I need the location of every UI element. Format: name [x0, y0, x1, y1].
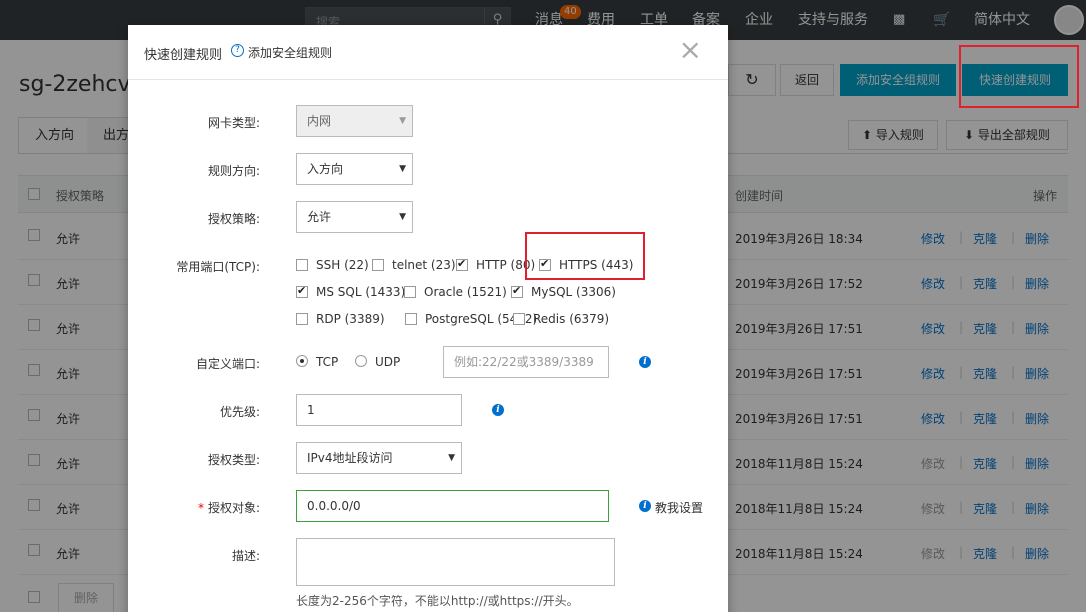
port-label: RDP (3389)	[316, 312, 385, 326]
highlight-quick-create	[959, 45, 1079, 108]
common-ports-label: 常用端口(TCP):	[176, 260, 260, 274]
highlight-https	[525, 232, 645, 280]
port-label: MySQL (3306)	[531, 285, 616, 299]
add-rule-help-link[interactable]: 添加安全组规则	[248, 44, 332, 61]
auth-type-label: 授权类型:	[207, 453, 260, 467]
close-icon[interactable]: ×	[679, 36, 702, 64]
policy-label: 授权策略:	[207, 212, 260, 226]
policy-value: 允许	[307, 210, 332, 224]
direction-label: 规则方向:	[207, 164, 260, 178]
port-label: MS SQL (1433)	[316, 285, 406, 299]
port-checkbox[interactable]	[296, 284, 308, 298]
port-checkbox[interactable]	[456, 257, 468, 271]
custom-port-input[interactable]: 例如:22/22或3389/3389	[443, 346, 609, 378]
auth-type-value: IPv4地址段访问	[307, 451, 393, 465]
priority-label: 优先级:	[219, 405, 260, 419]
auth-object-label: * 授权对象:	[198, 499, 260, 516]
chevron-down-icon: ▼	[399, 116, 406, 126]
tcp-label: TCP	[316, 355, 339, 369]
description-hint: 长度为2-256个字符，不能以http://或https://开头。	[296, 594, 579, 608]
nic-type-select: 内网 ▼	[296, 105, 413, 137]
auth-type-select[interactable]: IPv4地址段访问 ▼	[296, 442, 462, 474]
port-checkbox[interactable]	[296, 259, 308, 271]
info-icon[interactable]: i	[492, 404, 504, 416]
port-checkbox[interactable]	[405, 313, 417, 325]
dialog-header: 快速创建规则 ? 添加安全组规则 ×	[128, 25, 728, 80]
direction-select[interactable]: 入方向 ▼	[296, 153, 413, 185]
port-checkbox[interactable]	[513, 313, 525, 325]
port-label: Redis (6379)	[533, 312, 610, 326]
custom-port-placeholder: 例如:22/22或3389/3389	[454, 355, 594, 369]
tcp-radio[interactable]	[296, 355, 308, 367]
udp-label: UDP	[375, 355, 401, 369]
nic-type-value: 内网	[307, 114, 332, 128]
direction-value: 入方向	[307, 162, 344, 176]
chevron-down-icon: ▼	[399, 212, 406, 222]
port-checkbox[interactable]	[296, 313, 308, 325]
description-textarea[interactable]	[296, 538, 615, 586]
teach-me-link[interactable]: 教我设置	[655, 499, 703, 516]
priority-input[interactable]: 1	[296, 394, 462, 426]
port-label: telnet (23)	[392, 258, 456, 272]
auth-object-label-text: 授权对象:	[207, 501, 260, 515]
dialog-title: 快速创建规则	[144, 48, 223, 63]
auth-object-input[interactable]: 0.0.0.0/0	[296, 490, 609, 522]
port-checkbox[interactable]	[511, 284, 523, 298]
info-icon: i	[639, 500, 651, 512]
chevron-down-icon: ▼	[448, 453, 455, 463]
udp-radio[interactable]	[355, 355, 367, 367]
chevron-down-icon: ▼	[399, 164, 406, 174]
port-label: SSH (22)	[316, 258, 369, 272]
port-checkbox[interactable]	[404, 286, 416, 298]
port-label: Oracle (1521)	[424, 285, 507, 299]
help-icon[interactable]: ?	[231, 44, 244, 57]
auth-object-value: 0.0.0.0/0	[307, 499, 361, 513]
priority-value: 1	[307, 403, 315, 417]
policy-select[interactable]: 允许 ▼	[296, 201, 413, 233]
description-label: 描述:	[231, 549, 260, 563]
nic-type-label: 网卡类型:	[207, 116, 260, 130]
custom-port-label: 自定义端口:	[195, 357, 260, 371]
quick-create-rule-dialog: 快速创建规则 ? 添加安全组规则 × 网卡类型: 内网 ▼ 规则方向: 入方向 …	[128, 25, 728, 612]
info-icon[interactable]: i	[639, 356, 651, 368]
port-checkbox[interactable]	[372, 259, 384, 271]
required-mark: *	[197, 501, 204, 515]
